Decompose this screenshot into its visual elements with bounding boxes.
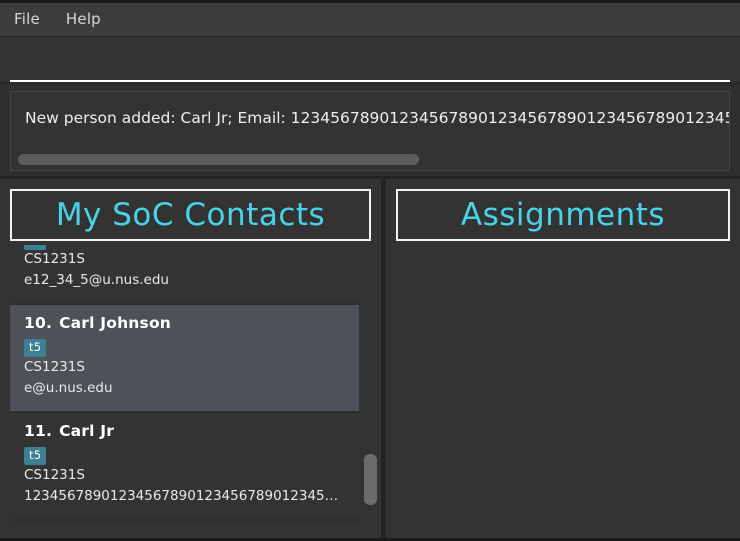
contacts-panel: My SoC Contacts t5 CS1231S e12_34_5@u.nu… [0,179,385,538]
contacts-panel-header: My SoC Contacts [10,189,371,241]
tag-chip[interactable]: t5 [24,338,47,358]
assignments-panel-header: Assignments [396,189,730,241]
contacts-vertical-scrollbar[interactable] [364,245,377,538]
contact-email: 1234567890123456789012345678901234567890… [24,487,345,504]
assignments-list[interactable] [386,241,740,538]
result-region: New person added: Carl Jr; Email: 123456… [0,85,740,176]
result-message: New person added: Carl Jr; Email: 123456… [25,109,730,127]
contact-module: CS1231S [24,251,85,267]
contact-email: e12_34_5@u.nus.edu [24,271,169,288]
menu-help[interactable]: Help [66,7,113,32]
contact-module: CS1231S [24,466,85,483]
tag-chip[interactable]: t5 [24,446,47,466]
contact-name-row: 10. Carl Johnson [24,314,345,332]
contact-name: Carl Jr [59,421,115,440]
contacts-panel-title: My SoC Contacts [55,196,326,233]
command-region [0,37,740,85]
result-display-box: New person added: Carl Jr; Email: 123456… [10,91,730,171]
list-item[interactable]: 10. Carl Johnson t5 CS1231S e@u.nus.edu [10,304,359,413]
contact-index: 10. [24,313,53,332]
assignments-panel: Assignments [385,179,740,538]
main-split: My SoC Contacts t5 CS1231S e12_34_5@u.nu… [0,176,740,538]
contacts-vertical-scrollbar-thumb[interactable] [364,454,377,505]
contact-module: CS1231S [24,358,85,375]
contact-email: e@u.nus.edu [24,379,113,396]
contact-tag-row: t5 [24,336,345,358]
menu-file[interactable]: File [14,7,52,32]
contact-index: 11. [24,421,53,440]
result-horizontal-scrollbar-thumb[interactable] [18,154,419,165]
result-horizontal-scrollbar[interactable] [12,154,728,165]
list-item[interactable]: t5 CS1231S e12_34_5@u.nus.edu [10,245,359,305]
command-box[interactable] [10,42,730,82]
menu-bar: File Help [0,3,740,37]
command-input[interactable] [14,52,726,70]
contact-name-row: 11. Carl Jr [24,422,345,440]
list-item[interactable]: 11. Carl Jr t5 CS1231S 123456789012345678… [10,412,359,521]
contacts-list-viewport[interactable]: t5 CS1231S e12_34_5@u.nus.edu 10. Carl Jo… [0,245,381,538]
contacts-list: t5 CS1231S e12_34_5@u.nus.edu 10. Carl Jo… [10,245,359,521]
app-window: File Help New person added: Carl Jr; Ema… [0,0,740,541]
assignments-panel-title: Assignments [460,196,666,233]
contact-tag-row: t5 [24,444,345,466]
contact-name: Carl Johnson [59,313,172,332]
